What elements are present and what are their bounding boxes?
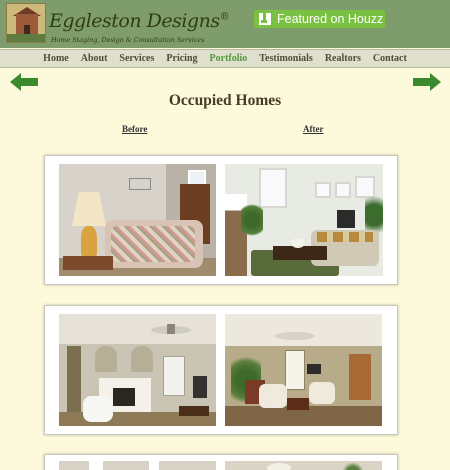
photo-door xyxy=(349,354,371,400)
arrow-right-icon[interactable] xyxy=(413,73,441,91)
photo-chair xyxy=(83,396,113,422)
photo-table xyxy=(179,406,209,416)
photo-wall-niche xyxy=(95,346,117,372)
brand-text: Eggleston Designs xyxy=(49,10,220,32)
photo-window xyxy=(335,182,351,198)
photo-stripe xyxy=(89,461,103,470)
nav-item-services[interactable]: Services xyxy=(119,53,154,64)
photo-pillows xyxy=(317,232,373,242)
photo-plant xyxy=(241,200,263,240)
page-title: Occupied Homes xyxy=(168,92,282,109)
nav-item-home[interactable]: Home xyxy=(43,53,69,64)
photo-chair xyxy=(309,382,335,404)
comparison-card xyxy=(44,155,398,285)
logo-door xyxy=(24,25,30,34)
houzz-icon xyxy=(259,13,271,25)
registered-mark: ® xyxy=(219,11,230,23)
photo-lamp-base xyxy=(81,226,97,256)
brand-name[interactable]: Eggleston Designs® xyxy=(49,10,230,32)
before-photo[interactable] xyxy=(59,461,216,470)
site-header: Eggleston Designs® Home Staging, Design … xyxy=(0,0,450,48)
after-label: After xyxy=(303,124,324,134)
photo-chair xyxy=(259,384,287,408)
main-nav: Home About Services Pricing Portfolio Te… xyxy=(0,49,450,68)
photo-flowers xyxy=(291,238,305,248)
photo-sofa-pattern xyxy=(111,226,195,262)
photo-coffee-table xyxy=(273,246,327,260)
photo-window xyxy=(259,168,287,208)
comparison-card xyxy=(44,305,398,435)
before-photo[interactable] xyxy=(59,164,216,276)
after-photo[interactable] xyxy=(225,314,382,426)
logo-image[interactable] xyxy=(6,3,46,43)
photo-plant xyxy=(343,461,363,470)
after-photo[interactable] xyxy=(225,164,383,276)
photo-tv xyxy=(193,376,207,398)
nav-item-realtors[interactable]: Realtors xyxy=(325,53,361,64)
nav-item-testimonials[interactable]: Testimonials xyxy=(259,53,313,64)
nav-item-about[interactable]: About xyxy=(81,53,108,64)
photo-ceiling xyxy=(59,314,216,344)
photo-light xyxy=(267,463,291,470)
photo-wall-art xyxy=(337,210,355,228)
photo-stripe xyxy=(149,461,159,470)
nav-item-pricing[interactable]: Pricing xyxy=(166,53,197,64)
photo-window xyxy=(285,350,305,390)
photo-wall-art xyxy=(129,178,151,190)
nav-item-portfolio[interactable]: Portfolio xyxy=(210,53,248,64)
photo-curtain xyxy=(67,346,81,416)
photo-ceiling xyxy=(225,314,382,346)
arrow-left-icon[interactable] xyxy=(10,73,38,91)
photo-firebox xyxy=(113,388,135,406)
photo-window xyxy=(315,182,331,198)
before-label: Before xyxy=(122,124,148,134)
logo-grass xyxy=(7,34,45,42)
before-photo[interactable] xyxy=(59,314,216,426)
photo-tv xyxy=(307,364,321,374)
after-photo[interactable] xyxy=(225,461,382,470)
photo-wall-niche xyxy=(131,346,153,372)
houzz-badge[interactable]: Featured on Houzz xyxy=(254,10,385,28)
comparison-card xyxy=(44,454,398,470)
photo-fan-hub xyxy=(167,324,175,334)
photo-coffee-table xyxy=(287,398,309,410)
photo-window xyxy=(163,356,185,396)
photo-side-table xyxy=(63,256,113,270)
photo-ceiling-fan xyxy=(275,332,315,340)
brand-tagline: Home Staging, Design & Consultation Serv… xyxy=(51,36,205,44)
houzz-label: Featured on Houzz xyxy=(277,12,384,26)
photo-lamp-shade xyxy=(72,192,106,226)
nav-item-contact[interactable]: Contact xyxy=(373,53,407,64)
